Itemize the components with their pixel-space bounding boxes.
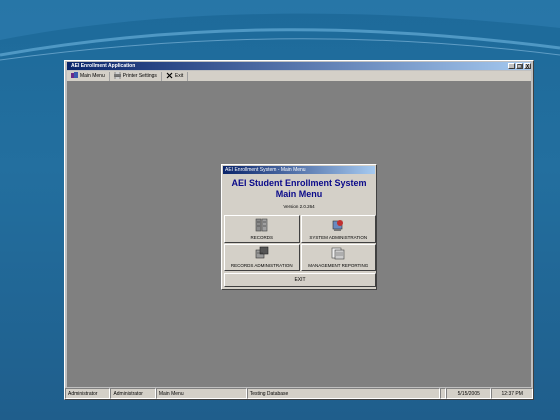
status-database: Testing Database — [246, 388, 441, 399]
menubar: Main Menu Printer Settings Exit — [67, 71, 531, 82]
restore-button[interactable]: ❐ — [516, 63, 523, 70]
status-role: Administrator — [110, 388, 156, 399]
menu-exit[interactable]: Exit — [162, 71, 189, 81]
records-icon — [255, 218, 269, 235]
exit-icon — [166, 72, 173, 81]
app-titlebar: AEI Enrollment Application _ ❐ X — [67, 62, 531, 70]
menu-printer-settings-label: Printer Settings — [122, 73, 157, 79]
records-label: RECORDS — [250, 234, 273, 240]
records-administration-label: RECORDS ADMINISTRATION — [230, 263, 293, 268]
dialog-heading: AEI Student Enrollment System — [231, 178, 367, 188]
version-label: Version 2.0.264 — [283, 204, 315, 209]
records-button[interactable]: RECORDS — [224, 215, 300, 243]
menu-printer-settings[interactable]: Printer Settings — [110, 71, 162, 81]
close-button[interactable]: X — [524, 63, 531, 70]
dialog-title: AEI Enrollment System - Main Menu — [223, 166, 375, 174]
records-admin-icon — [255, 246, 269, 263]
main-menu-dialog: AEI Enrollment System - Main Menu AEI St… — [221, 164, 377, 290]
exit-button[interactable]: EXIT — [224, 273, 376, 287]
management-reporting-button[interactable]: MANAGEMENT REPORTING — [300, 243, 376, 271]
dialog-subheading: Main Menu — [275, 189, 323, 199]
menu-exit-label: Exit — [174, 73, 184, 79]
minimize-button[interactable]: _ — [508, 63, 515, 70]
statusbar: Administrator Administrator Main Menu Te… — [65, 388, 533, 399]
status-date: 5/15/2005 — [446, 388, 492, 399]
system-administration-label: SYSTEM ADMINISTRATION — [309, 234, 368, 240]
status-user: Administrator — [65, 388, 111, 399]
printer-icon — [113, 71, 121, 81]
status-time: 12:37 PM — [491, 388, 533, 399]
menu-main-menu[interactable]: Main Menu — [67, 71, 110, 81]
main-menu-icon — [71, 71, 78, 81]
menu-main-menu-label: Main Menu — [80, 73, 105, 79]
reporting-icon — [331, 246, 345, 263]
menu-tile-grid: RECORDS SYSTEM ADMINISTRATION RECORDS AD… — [224, 215, 376, 271]
window-controls: _ ❐ X — [508, 62, 531, 70]
app-window: AEI Enrollment Application _ ❐ X Main Me… — [64, 60, 534, 400]
system-administration-button[interactable]: SYSTEM ADMINISTRATION — [300, 215, 376, 243]
records-administration-button[interactable]: RECORDS ADMINISTRATION — [224, 243, 300, 271]
status-screen: Main Menu — [155, 388, 247, 399]
system-admin-icon — [331, 218, 345, 235]
app-title: AEI Enrollment Application — [71, 63, 136, 69]
management-reporting-label: MANAGEMENT REPORTING — [308, 263, 369, 268]
